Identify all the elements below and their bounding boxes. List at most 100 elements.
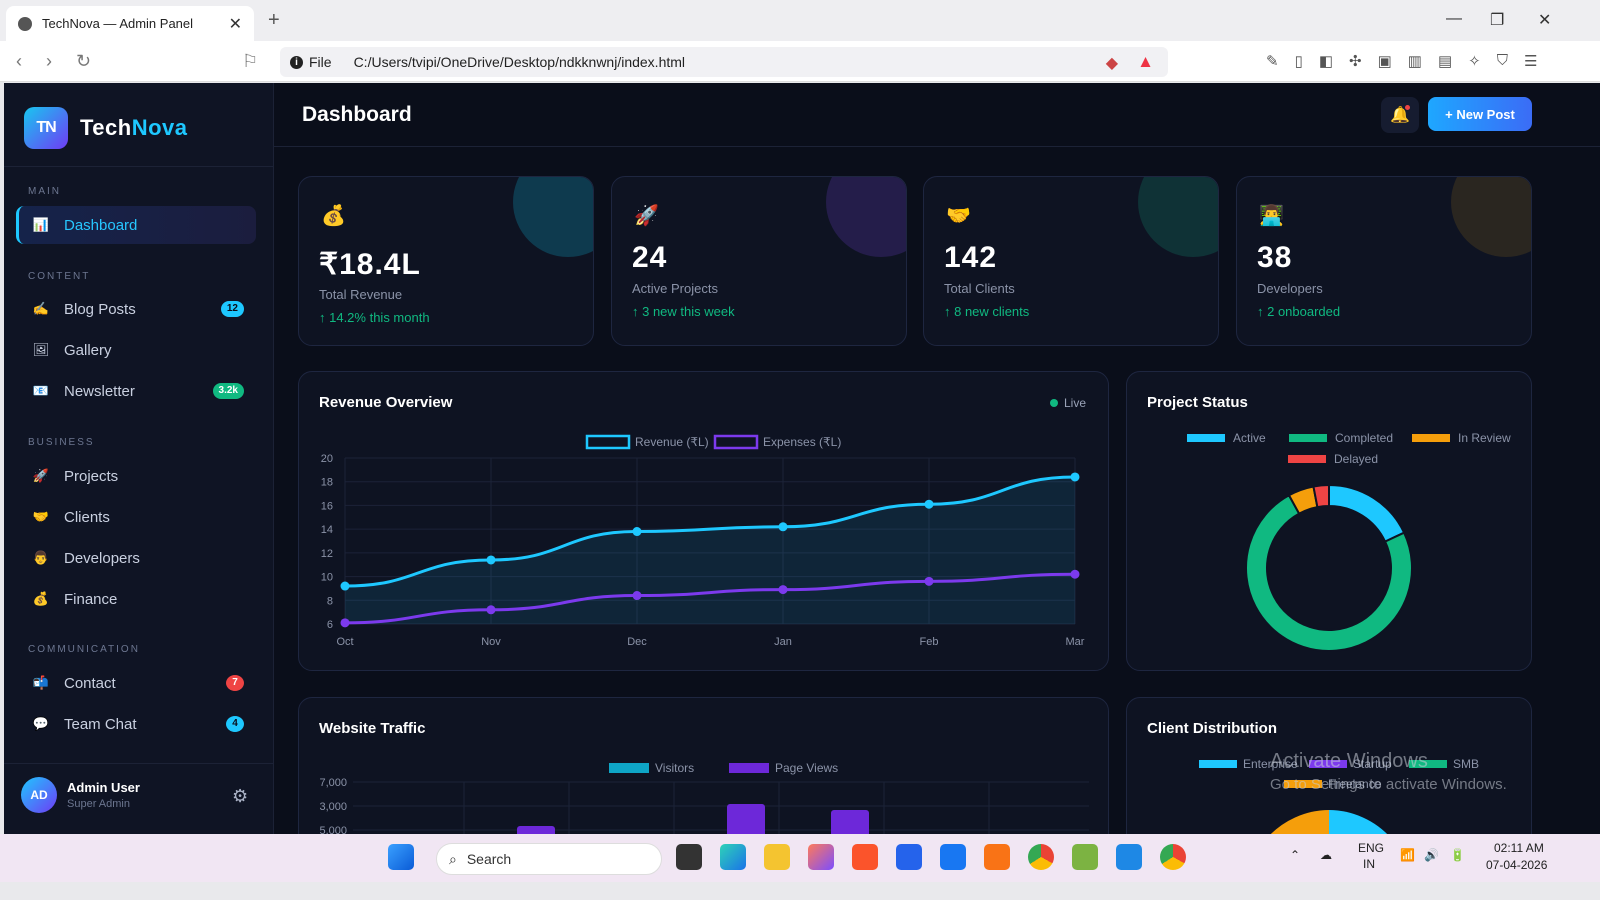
- legend-swatch: [1187, 434, 1225, 442]
- info-icon[interactable]: i: [290, 55, 303, 69]
- vscode-icon[interactable]: [1116, 844, 1142, 870]
- onedrive-icon[interactable]: ☁: [1320, 848, 1332, 862]
- brave-shield-icon[interactable]: ◆: [1106, 53, 1118, 73]
- sidebar-item-contact[interactable]: 📬 Contact 7: [16, 664, 256, 702]
- count-badge: 3.2k: [212, 383, 244, 399]
- edge-icon[interactable]: [720, 844, 746, 870]
- legend-swatch: [585, 434, 631, 450]
- sidebar-item-developers[interactable]: 👨 Developers: [16, 539, 256, 577]
- card-accent-shape: [513, 177, 593, 257]
- leo-icon[interactable]: ✧: [1468, 52, 1481, 70]
- sidebar-item-projects[interactable]: 🚀 Projects: [16, 457, 256, 495]
- start-icon[interactable]: [388, 844, 414, 870]
- back-icon[interactable]: ‹: [16, 51, 22, 72]
- menu-icon[interactable]: ☰: [1524, 52, 1537, 70]
- browser-tabbar: TechNova — Admin Panel ✕ + — ❐ ✕: [0, 0, 1600, 41]
- language-line1[interactable]: ENG: [1358, 841, 1384, 855]
- user-name: Admin User: [67, 780, 140, 795]
- sidebar-item-dashboard[interactable]: 📊 Dashboard: [16, 206, 256, 244]
- url-field[interactable]: i File C:/Users/tvipi/OneDrive/Desktop/n…: [280, 47, 1168, 77]
- taskbar-search[interactable]: ⌕ Search: [436, 843, 662, 875]
- chrome-profile-icon[interactable]: [1160, 844, 1186, 870]
- stat-card-clients: 🤝 142 Total Clients ↑ 8 new clients: [923, 176, 1219, 346]
- forward-icon[interactable]: ›: [46, 51, 52, 72]
- gear-icon[interactable]: ⚙: [232, 786, 248, 807]
- data-point: [778, 522, 788, 532]
- y-tick-label: 10: [321, 572, 333, 584]
- sidebar-item-label: Clients: [64, 508, 110, 526]
- sidebar-item-gallery[interactable]: 🖼 Gallery: [16, 331, 256, 369]
- battery-icon[interactable]: 🔋: [1450, 848, 1465, 862]
- copilot-icon[interactable]: [808, 844, 834, 870]
- divider: [4, 166, 274, 167]
- y-tick-label: 7,000: [319, 777, 347, 789]
- vpn-icon[interactable]: ⛉: [1497, 52, 1508, 70]
- sidebar-item-finance[interactable]: 💰 Finance: [16, 580, 256, 618]
- extension-icon[interactable]: ✎: [1266, 52, 1279, 70]
- minimize-icon[interactable]: —: [1446, 10, 1462, 28]
- app-icon[interactable]: [1072, 844, 1098, 870]
- address-bar: ‹ › ↻ ⚐ i File C:/Users/tvipi/OneDrive/D…: [0, 41, 1600, 82]
- user-role: Super Admin: [67, 798, 130, 810]
- sidebar-item-label: Finance: [64, 590, 118, 608]
- sidebar-item-team-chat[interactable]: 💬 Team Chat 4: [16, 705, 256, 743]
- puzzle-icon[interactable]: ✣: [1349, 52, 1362, 70]
- logo-mark: TN: [24, 107, 68, 149]
- restore-icon[interactable]: ❐: [1490, 10, 1504, 30]
- logo-text: TechNova: [80, 115, 188, 140]
- close-window-icon[interactable]: ✕: [1538, 10, 1551, 30]
- website-traffic-card: Website Traffic Visitors Page Views 7,000 3…: [298, 697, 1109, 847]
- stat-trend: ↑ 3 new this week: [632, 304, 735, 319]
- bookmark-icon[interactable]: ⚐: [242, 51, 258, 72]
- volume-icon[interactable]: 🔊: [1424, 848, 1439, 862]
- sidebar-item-clients[interactable]: 🤝 Clients: [16, 498, 256, 536]
- stat-label: Total Revenue: [319, 287, 403, 302]
- outlook-icon[interactable]: [940, 844, 966, 870]
- logo[interactable]: TN TechNova: [24, 107, 188, 149]
- bell-icon[interactable]: 🔔: [1381, 97, 1419, 133]
- wifi-icon[interactable]: 📶: [1400, 848, 1415, 862]
- sidebar-toggle-icon[interactable]: ▥: [1408, 52, 1422, 70]
- sidebar-item-blog-posts[interactable]: ✍ Blog Posts 12: [16, 290, 256, 328]
- wallet-icon[interactable]: ▤: [1438, 52, 1452, 70]
- browser-tab[interactable]: TechNova — Admin Panel ✕: [6, 6, 254, 41]
- language-line2[interactable]: IN: [1363, 857, 1375, 871]
- legend-label: Visitors: [655, 761, 694, 775]
- count-badge: 12: [220, 301, 244, 317]
- legend-label: Active: [1233, 431, 1266, 445]
- chrome-icon[interactable]: [1028, 844, 1054, 870]
- search-icon: ⌕: [449, 850, 457, 867]
- clock-time[interactable]: 02:11 AM: [1494, 841, 1544, 855]
- new-post-button[interactable]: + New Post: [1428, 97, 1532, 131]
- y-tick-label: 18: [321, 477, 333, 489]
- brave-rewards-icon[interactable]: ▲: [1137, 52, 1154, 72]
- clock-date[interactable]: 07-04-2026: [1486, 858, 1547, 872]
- chevron-up-icon[interactable]: ⌃: [1290, 848, 1300, 862]
- file-explorer-icon[interactable]: [764, 844, 790, 870]
- close-tab-icon[interactable]: ✕: [229, 14, 242, 34]
- sidebar-item-newsletter[interactable]: 📧 Newsletter 3.2k: [16, 372, 256, 410]
- legend-label: Completed: [1335, 431, 1393, 445]
- stat-value: 24: [632, 241, 668, 274]
- mail-icon: 📧: [32, 383, 50, 398]
- extension-icon[interactable]: ▣: [1378, 52, 1392, 70]
- avatar[interactable]: AD: [21, 777, 57, 813]
- revenue-line-chart: Revenue (₹L) Expenses (₹L) 6 8 10 12 14 16 18 20 O…: [321, 434, 1085, 648]
- reload-icon[interactable]: ↻: [76, 51, 91, 72]
- section-label-content: CONTENT: [28, 271, 91, 282]
- mailbox-icon: 📬: [32, 675, 50, 690]
- extension-icon[interactable]: ▯: [1295, 52, 1303, 70]
- xampp-icon[interactable]: [984, 844, 1010, 870]
- x-tick-label: Mar: [1066, 636, 1085, 648]
- extension-icon[interactable]: ◧: [1319, 52, 1333, 70]
- rocket-icon: 🚀: [32, 468, 50, 483]
- section-label-main: MAIN: [28, 186, 61, 197]
- new-tab-icon[interactable]: +: [268, 9, 280, 32]
- tab-title: TechNova — Admin Panel: [42, 16, 194, 31]
- sidebar-item-label: Newsletter: [64, 382, 135, 400]
- card-accent-shape: [826, 177, 906, 257]
- data-point: [778, 585, 788, 595]
- task-view-icon[interactable]: [676, 844, 702, 870]
- brave-icon[interactable]: [852, 844, 878, 870]
- store-icon[interactable]: [896, 844, 922, 870]
